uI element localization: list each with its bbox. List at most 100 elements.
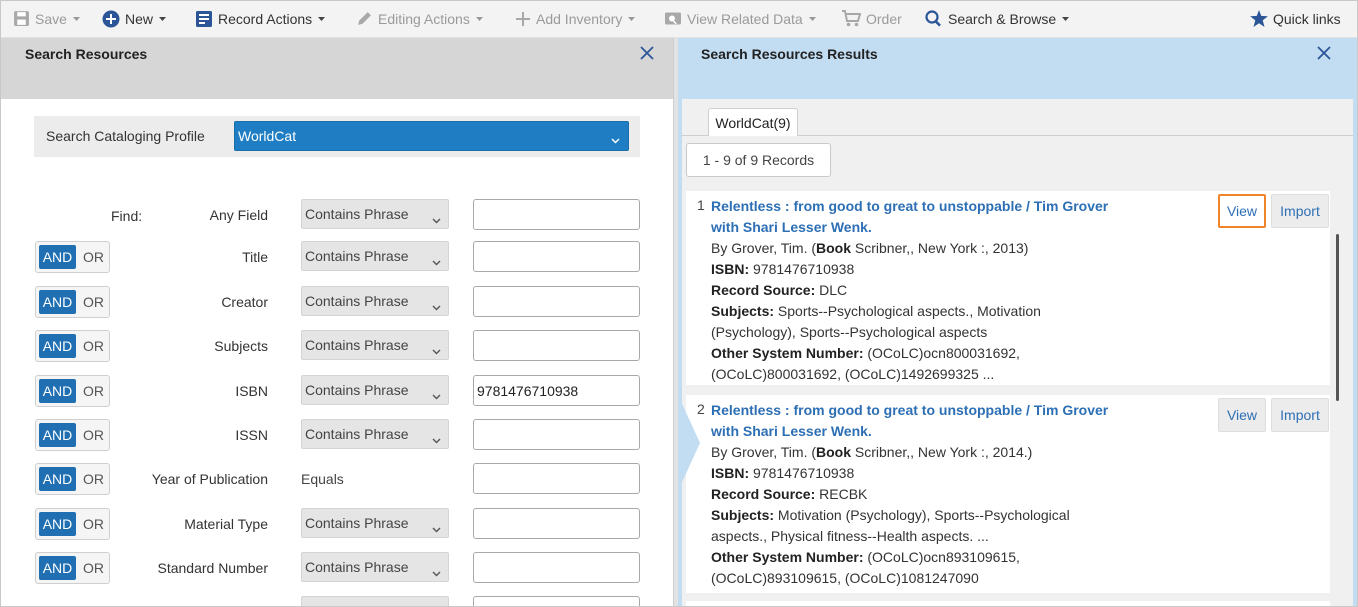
record-source-value: RECBK: [815, 486, 868, 502]
isbn-input[interactable]: 9781476710938: [473, 375, 640, 406]
isbn-label: ISBN:: [711, 465, 750, 481]
or-button[interactable]: OR: [83, 560, 104, 576]
chevron-down-icon: [432, 431, 441, 447]
search-value-input[interactable]: [473, 419, 640, 450]
search-row-partial: [0, 596, 673, 607]
view-related-data-label: View Related Data: [687, 10, 803, 27]
operator-value: Contains Phrase: [305, 515, 409, 531]
record-actions-menu[interactable]: Record Actions: [195, 0, 326, 37]
results-scrollbar[interactable]: [1336, 234, 1339, 401]
result-title-link[interactable]: Relentless : from good to great to unsto…: [711, 196, 1131, 238]
result-item-partial: [686, 601, 1330, 607]
or-button[interactable]: OR: [83, 383, 104, 399]
search-value-input[interactable]: [473, 286, 640, 317]
operator-select[interactable]: Contains Phrase: [301, 241, 449, 271]
new-label: New: [125, 10, 154, 27]
and-button[interactable]: AND: [39, 423, 76, 447]
chevron-down-icon: [432, 520, 441, 536]
and-button[interactable]: AND: [39, 467, 76, 491]
save-menu[interactable]: Save: [13, 0, 80, 37]
boolean-toggle: AND OR: [35, 419, 110, 451]
result-item: 2 Relentless : from good to great to uns…: [686, 395, 1330, 593]
save-label: Save: [35, 10, 67, 27]
quick-links-button[interactable]: Quick links: [1250, 0, 1341, 37]
result-title-link[interactable]: Relentless : from good to great to unsto…: [711, 400, 1131, 442]
plus-circle-icon: [102, 10, 120, 28]
chevron-down-icon: [808, 16, 816, 21]
operator-select[interactable]: Contains Phrase: [301, 508, 449, 538]
or-button[interactable]: OR: [83, 516, 104, 532]
boolean-toggle: AND OR: [35, 463, 110, 495]
search-row-any-field: Find: Any Field Contains Phrase: [0, 199, 673, 231]
results-area: WorldCat(9) 1 - 9 of 9 Records 1 Relentl…: [678, 99, 1358, 607]
and-button[interactable]: AND: [39, 334, 76, 358]
panel-title: Search Resources Results: [701, 46, 878, 62]
byline-author: By Grover, Tim. (: [711, 240, 817, 256]
subjects-label: Subjects:: [711, 507, 775, 523]
and-button[interactable]: AND: [39, 512, 76, 536]
isbn-value: 9781476710938: [749, 261, 855, 277]
import-button[interactable]: Import: [1271, 398, 1329, 432]
view-button[interactable]: View: [1218, 398, 1266, 432]
search-row-issn: AND OR ISSN Contains Phrase: [0, 419, 673, 451]
or-button[interactable]: OR: [83, 471, 104, 487]
operator-select[interactable]: Contains Phrase: [301, 330, 449, 360]
order-button[interactable]: Order: [842, 0, 902, 37]
and-button[interactable]: AND: [39, 290, 76, 314]
search-value-input[interactable]: [473, 463, 640, 494]
chevron-down-icon: [432, 253, 441, 269]
operator-value: Contains Phrase: [305, 206, 409, 222]
view-related-data-menu[interactable]: View Related Data: [664, 0, 816, 37]
boolean-toggle: AND OR: [35, 286, 110, 318]
operator-value: Contains Phrase: [305, 426, 409, 442]
star-icon: [1250, 10, 1268, 27]
operator-select[interactable]: Contains Phrase: [301, 375, 449, 405]
result-subjects-cont: (Psychology), Sports--Psychological aspe…: [711, 324, 988, 340]
chevron-down-icon: [432, 564, 441, 580]
or-button[interactable]: OR: [83, 338, 104, 354]
boolean-toggle: AND OR: [35, 330, 110, 362]
or-button[interactable]: OR: [83, 427, 104, 443]
search-panel-header: Search Resources: [0, 38, 673, 99]
close-icon[interactable]: [640, 46, 656, 62]
chevron-down-icon: [1062, 16, 1070, 21]
operator-select[interactable]: Contains Phrase: [301, 552, 449, 582]
new-menu[interactable]: New: [102, 0, 167, 37]
or-button[interactable]: OR: [83, 294, 104, 310]
operator-select[interactable]: [301, 596, 449, 607]
search-value-input[interactable]: [473, 199, 640, 230]
search-value-input[interactable]: [473, 241, 640, 272]
close-icon[interactable]: [1317, 46, 1333, 62]
search-value-input[interactable]: [473, 596, 640, 607]
editing-actions-menu[interactable]: Editing Actions: [356, 0, 483, 37]
search-value-input[interactable]: [473, 330, 640, 361]
search-value-input[interactable]: [473, 552, 640, 583]
profile-value: WorldCat: [238, 128, 297, 144]
view-button[interactable]: View: [1218, 194, 1266, 228]
search-resources-panel: Search Resources Search Cataloging Profi…: [0, 38, 673, 607]
import-button[interactable]: Import: [1271, 194, 1329, 228]
search-browse-menu[interactable]: Search & Browse: [925, 0, 1070, 37]
and-button[interactable]: AND: [39, 379, 76, 403]
field-label: ISSN: [235, 427, 268, 443]
record-actions-label: Record Actions: [218, 10, 313, 27]
operator-select[interactable]: Contains Phrase: [301, 419, 449, 449]
result-other-system-number-cont: (OCoLC)800031692, (OCoLC)1492699325 ...: [711, 366, 995, 382]
search-browse-label: Search & Browse: [948, 10, 1057, 27]
and-button[interactable]: AND: [39, 245, 76, 269]
or-button[interactable]: OR: [83, 249, 104, 265]
operator-select[interactable]: Contains Phrase: [301, 286, 449, 316]
add-inventory-menu[interactable]: Add Inventory: [515, 0, 636, 37]
editing-actions-label: Editing Actions: [378, 10, 470, 27]
operator-value: Contains Phrase: [305, 337, 409, 353]
and-button[interactable]: AND: [39, 556, 76, 580]
tab-worldcat[interactable]: WorldCat(9): [708, 108, 798, 136]
search-value-input[interactable]: [473, 508, 640, 539]
result-other-system-number: Other System Number: (OCoLC)ocn800031692…: [711, 343, 1020, 364]
record-source-value: DLC: [815, 282, 848, 298]
cataloging-profile-select[interactable]: WorldCat: [234, 121, 629, 151]
chevron-down-icon: [432, 211, 441, 227]
operator-value: Contains Phrase: [305, 293, 409, 309]
operator-select[interactable]: Contains Phrase: [301, 199, 449, 229]
other-system-number-label: Other System Number:: [711, 345, 864, 361]
